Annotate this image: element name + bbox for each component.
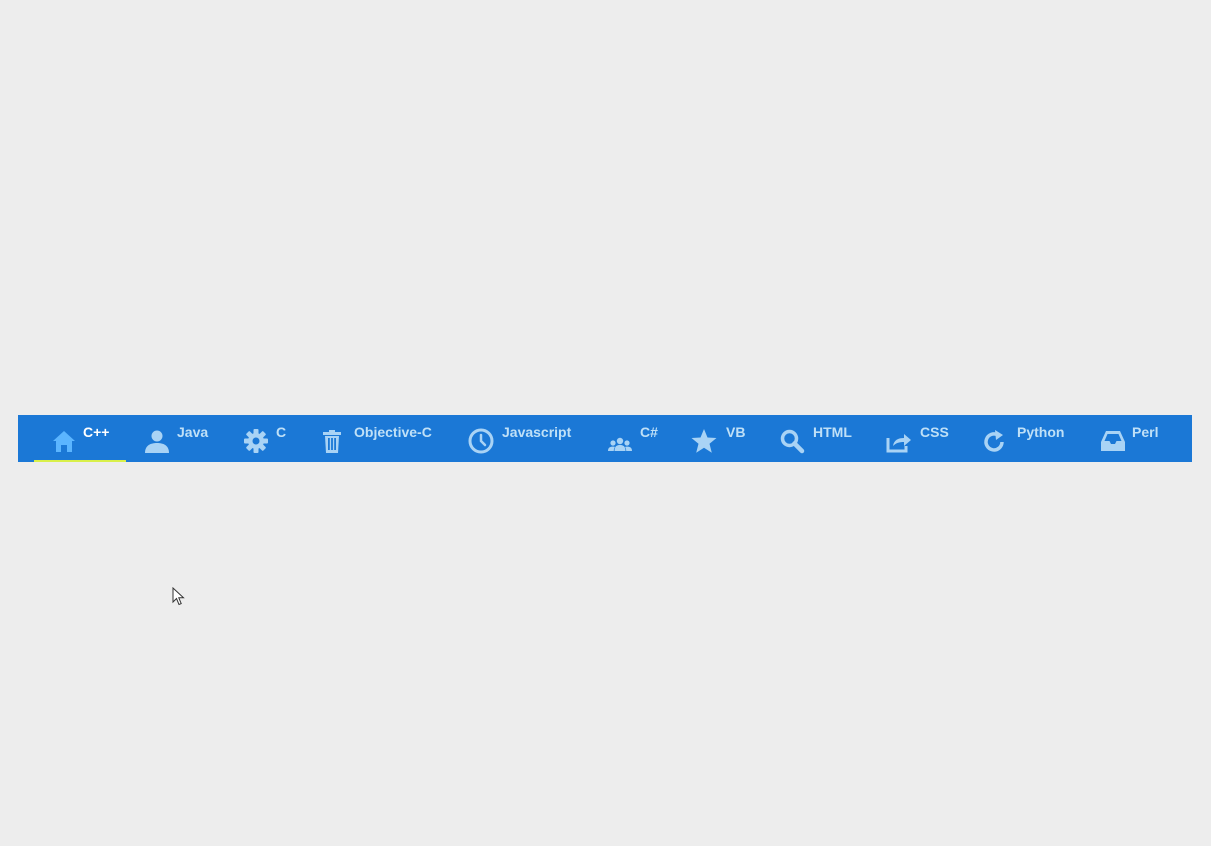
nav-item-html[interactable]: HTML [778,415,858,462]
nav-item-perl[interactable]: Perl [1099,415,1169,462]
nav-item-label: Objective-C [354,424,432,440]
nav-item-c[interactable]: C [242,415,292,462]
nav-item-label: C# [640,424,658,440]
nav-item-vb[interactable]: VB [690,415,750,462]
nav-item-label: Python [1017,424,1065,440]
inbox-icon [1099,427,1127,455]
trash-icon [318,427,346,455]
nav-item-label: Javascript [502,424,572,440]
nav-item-label: C [276,424,287,440]
nav-item-css[interactable]: CSS [885,415,955,462]
home-icon [50,427,78,455]
user-icon [143,427,171,455]
nav-item-csharp[interactable]: C# [606,415,666,462]
star-icon [690,427,718,455]
nav-item-label: C++ [83,424,110,440]
search-icon [778,427,806,455]
mouse-cursor-icon [172,587,185,606]
nav-item-label: Java [177,424,209,440]
nav-item-cpp[interactable]: C++ [34,415,126,462]
gear-icon [242,427,270,455]
nav-item-label: VB [726,424,746,440]
nav-item-java[interactable]: Java [143,415,213,462]
share-icon [885,427,913,455]
nav-item-objective-c[interactable]: Objective-C [318,415,438,462]
active-tab-indicator [34,460,126,462]
group-icon [606,427,634,455]
nav-item-label: Perl [1132,424,1159,440]
nav-item-label: HTML [813,424,852,440]
refresh-icon [980,427,1008,455]
top-navigation-bar: C++ Java C Objective-C Javascript C# VB … [18,415,1192,462]
nav-item-python[interactable]: Python [980,415,1070,462]
clock-icon [467,427,495,455]
nav-item-label: CSS [920,424,949,440]
nav-item-javascript[interactable]: Javascript [467,415,577,462]
